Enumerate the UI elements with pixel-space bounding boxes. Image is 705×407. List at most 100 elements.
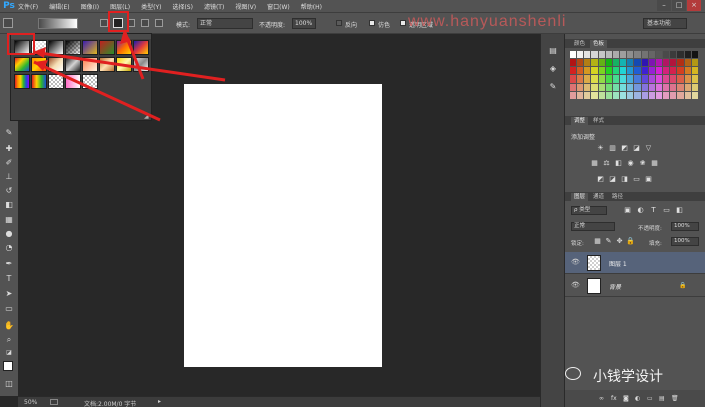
swatch-cell[interactable] xyxy=(634,75,641,83)
layer-row[interactable]: 👁 背景 🔒 xyxy=(565,275,705,297)
filter-pixel-icon[interactable]: ▣ xyxy=(623,206,632,215)
new-adjustment-icon[interactable]: ◐ xyxy=(635,395,642,402)
lock-position-icon[interactable]: ✥ xyxy=(615,237,624,246)
layer-style-icon[interactable]: fx xyxy=(611,395,618,402)
swatch-cell[interactable] xyxy=(655,83,663,91)
swatch-cell[interactable] xyxy=(627,51,634,59)
swatch-cell[interactable] xyxy=(627,75,634,83)
swatch-cell[interactable] xyxy=(577,59,584,67)
filter-adjustment-icon[interactable]: ◐ xyxy=(636,206,645,215)
swatch-cell[interactable] xyxy=(605,59,612,67)
swatch-cell[interactable] xyxy=(641,51,648,59)
swatch-cell[interactable] xyxy=(612,91,620,99)
swatch-cell[interactable] xyxy=(591,75,598,83)
tab-channels[interactable]: 通道 xyxy=(590,193,607,201)
filter-shape-icon[interactable]: ▭ xyxy=(662,206,671,215)
swatch-cell[interactable] xyxy=(577,67,584,75)
swatch-cell[interactable] xyxy=(584,91,591,99)
swatch-cell[interactable] xyxy=(663,59,670,67)
swatch-cell[interactable] xyxy=(612,59,620,67)
swatch-cell[interactable] xyxy=(634,59,641,67)
swatch-cell[interactable] xyxy=(620,75,627,83)
brightness-contrast-icon[interactable]: ☀ xyxy=(596,144,605,153)
swatch-cell[interactable] xyxy=(677,83,684,91)
new-group-icon[interactable]: ▭ xyxy=(647,395,654,402)
swatch-cell[interactable] xyxy=(663,75,670,83)
color-balance-icon[interactable]: ⚖ xyxy=(602,159,611,168)
swatch-cell[interactable] xyxy=(663,91,670,99)
swatch-cell[interactable] xyxy=(634,51,641,59)
swatch-cell[interactable] xyxy=(648,83,655,91)
swatch-cell[interactable] xyxy=(670,75,677,83)
swatch-cell[interactable] xyxy=(670,59,677,67)
swatch-cell[interactable] xyxy=(691,59,698,67)
curves-icon[interactable]: ◩ xyxy=(620,144,629,153)
swatch-cell[interactable] xyxy=(577,51,584,59)
visibility-eye-icon[interactable]: 👁 xyxy=(571,281,580,289)
swatch-cell[interactable] xyxy=(684,51,691,59)
tab-layers[interactable]: 图层 xyxy=(571,193,589,201)
color-lookup-icon[interactable]: ▦ xyxy=(650,159,659,168)
fill-field[interactable]: 100% xyxy=(671,237,699,246)
swatch-cell[interactable] xyxy=(620,83,627,91)
tab-adjustments[interactable]: 调整 xyxy=(571,117,589,125)
swatch-cell[interactable] xyxy=(691,83,698,91)
layer-row[interactable]: 👁 图层 1 xyxy=(565,252,705,274)
selective-color-icon[interactable]: ▣ xyxy=(644,175,653,184)
swatch-cell[interactable] xyxy=(598,83,605,91)
swatch-cell[interactable] xyxy=(634,83,641,91)
swatch-cell[interactable] xyxy=(670,91,677,99)
swatch-cell[interactable] xyxy=(677,75,684,83)
status-menu-icon[interactable]: ▸ xyxy=(158,398,161,405)
swatch-cell[interactable] xyxy=(605,75,612,83)
exposure-icon[interactable]: ◪ xyxy=(632,144,641,153)
swatch-cell[interactable] xyxy=(655,67,663,75)
swatch-cell[interactable] xyxy=(627,91,634,99)
swatch-cell[interactable] xyxy=(670,83,677,91)
lock-image-icon[interactable]: ✎ xyxy=(604,237,613,246)
swatch-cell[interactable] xyxy=(655,59,663,67)
link-layers-icon[interactable]: ∞ xyxy=(599,395,606,402)
threshold-icon[interactable]: ◨ xyxy=(620,175,629,184)
swatch-cell[interactable] xyxy=(612,83,620,91)
swatch-cell[interactable] xyxy=(677,67,684,75)
swatch-cell[interactable] xyxy=(670,67,677,75)
swatch-cell[interactable] xyxy=(577,83,584,91)
swatches-grid[interactable] xyxy=(570,51,698,99)
swatch-cell[interactable] xyxy=(605,83,612,91)
zoom-level[interactable]: 50% xyxy=(24,399,37,406)
vibrance-icon[interactable]: ▽ xyxy=(644,144,653,153)
swatch-cell[interactable] xyxy=(677,91,684,99)
swatch-cell[interactable] xyxy=(655,75,663,83)
swatch-cell[interactable] xyxy=(691,67,698,75)
swatch-cell[interactable] xyxy=(570,75,577,83)
swatch-cell[interactable] xyxy=(570,51,577,59)
swatch-cell[interactable] xyxy=(684,59,691,67)
properties-panel-icon[interactable]: ◈ xyxy=(548,64,558,74)
swatch-cell[interactable] xyxy=(570,83,577,91)
swatch-cell[interactable] xyxy=(648,91,655,99)
swatch-cell[interactable] xyxy=(684,83,691,91)
photo-filter-icon[interactable]: ◉ xyxy=(626,159,635,168)
swatch-cell[interactable] xyxy=(677,51,684,59)
swatch-cell[interactable] xyxy=(648,75,655,83)
swatch-cell[interactable] xyxy=(591,59,598,67)
swatch-cell[interactable] xyxy=(620,91,627,99)
layer-filter-select[interactable]: ρ 类型 xyxy=(571,206,607,215)
swatch-cell[interactable] xyxy=(641,75,648,83)
swatch-cell[interactable] xyxy=(584,59,591,67)
black-white-icon[interactable]: ◧ xyxy=(614,159,623,168)
swatch-cell[interactable] xyxy=(648,67,655,75)
history-panel-icon[interactable]: ▤ xyxy=(548,46,558,56)
swatch-cell[interactable] xyxy=(598,67,605,75)
swatch-cell[interactable] xyxy=(577,75,584,83)
tab-styles[interactable]: 样式 xyxy=(590,117,607,125)
swatch-cell[interactable] xyxy=(612,75,620,83)
swatch-cell[interactable] xyxy=(605,67,612,75)
swatch-cell[interactable] xyxy=(591,67,598,75)
swatch-cell[interactable] xyxy=(584,67,591,75)
tab-color[interactable]: 颜色 xyxy=(571,40,588,48)
swatch-cell[interactable] xyxy=(691,91,698,99)
swatch-cell[interactable] xyxy=(598,59,605,67)
swatch-cell[interactable] xyxy=(584,83,591,91)
